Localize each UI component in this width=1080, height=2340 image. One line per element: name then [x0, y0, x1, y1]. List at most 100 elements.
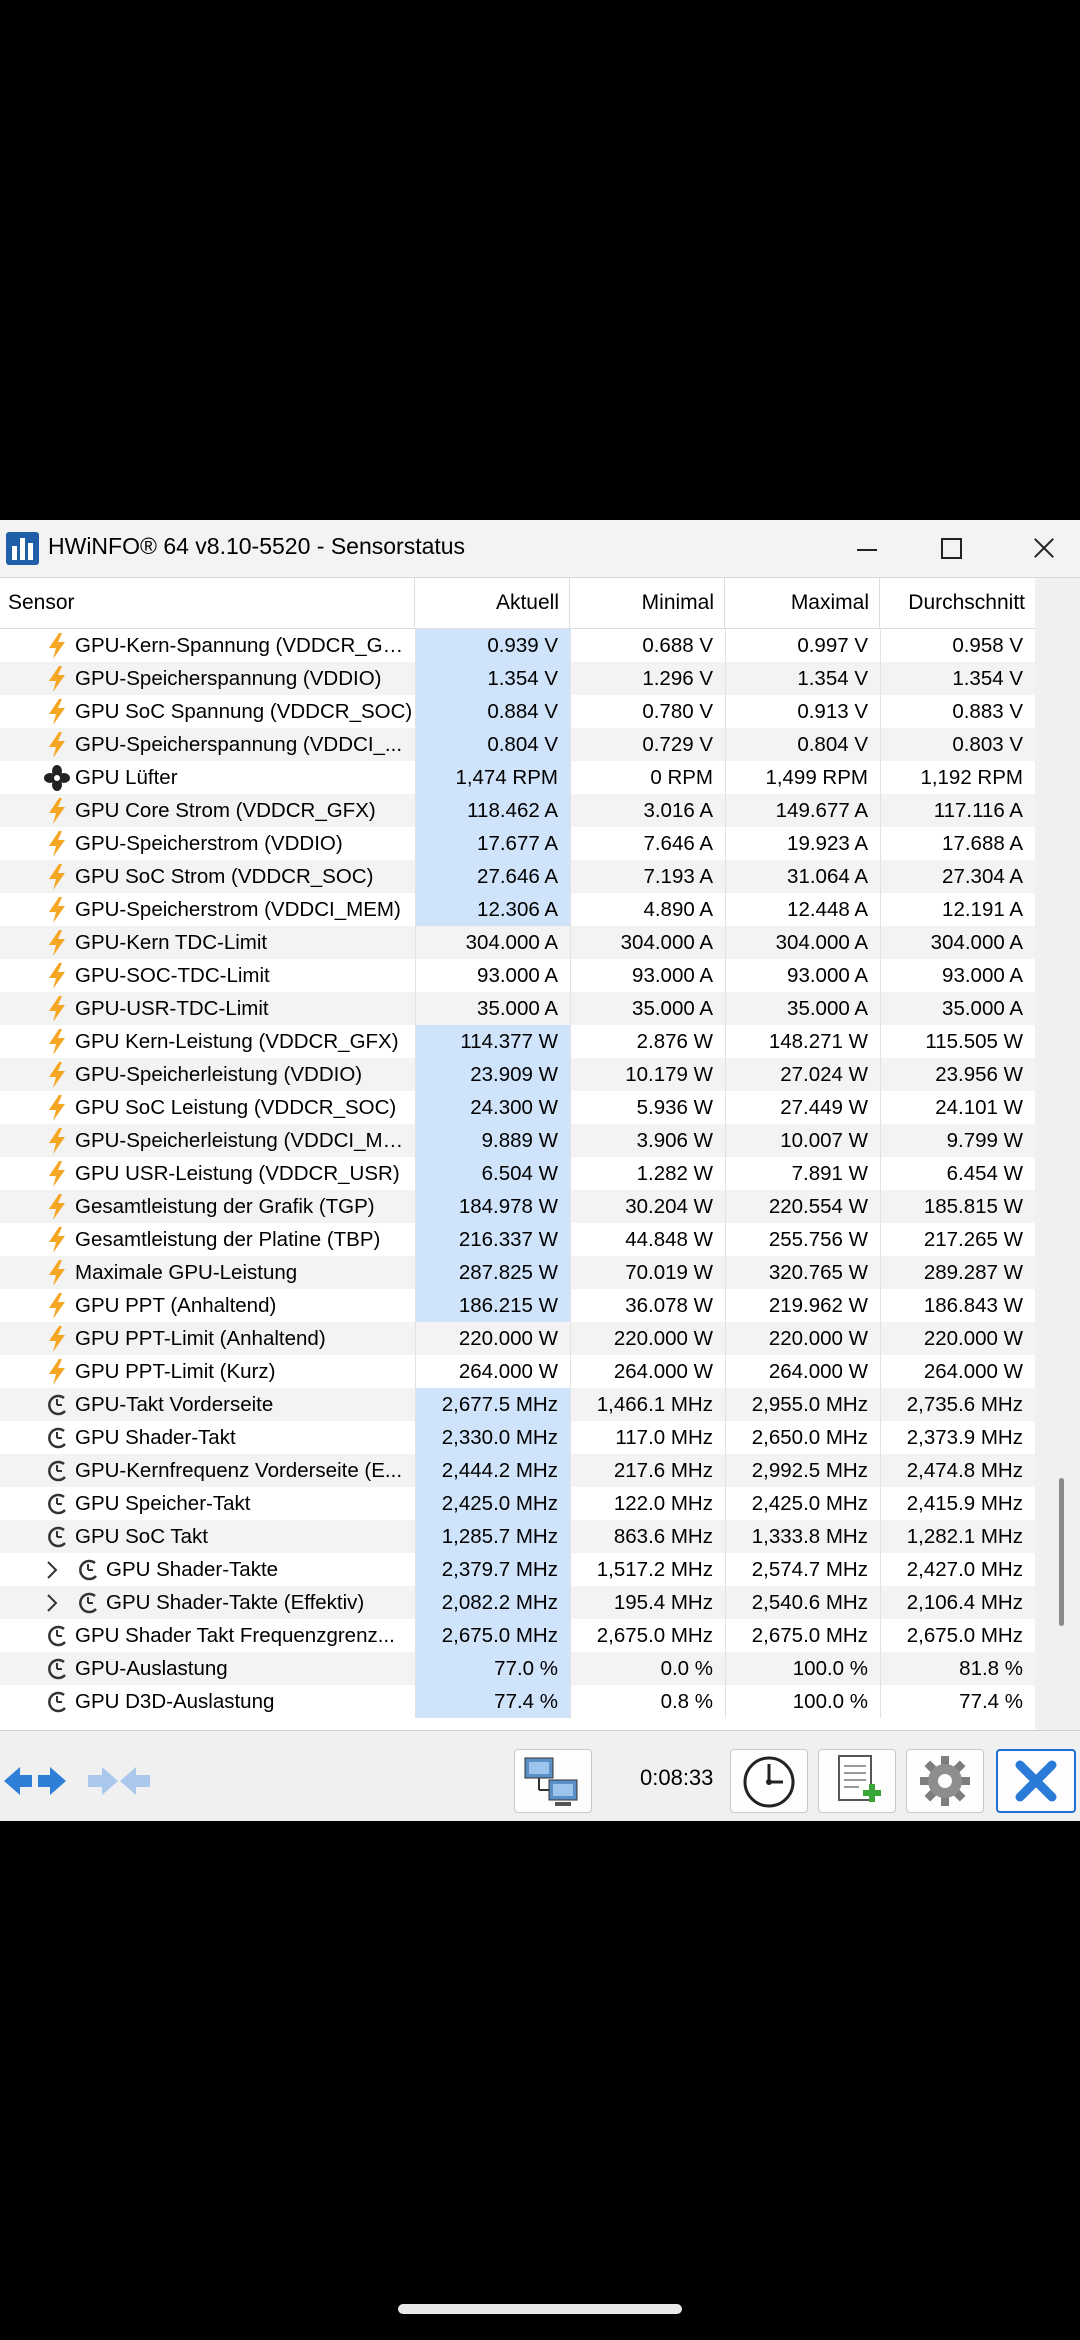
- maximum-value: 0.997 V: [725, 629, 880, 662]
- current-value: 2,677.5 MHz: [415, 1388, 570, 1421]
- collapse-arrows-icon[interactable]: [86, 1761, 152, 1801]
- average-value: 2,474.8 MHz: [880, 1454, 1035, 1487]
- column-header-current[interactable]: Aktuell: [415, 578, 570, 628]
- minimum-value: 30.204 W: [570, 1190, 725, 1223]
- table-row[interactable]: GPU PPT-Limit (Kurz) 264.000 W 264.000 W 26…: [0, 1355, 1035, 1388]
- sensor-name: GPU Speicher-Takt: [75, 1492, 251, 1515]
- maximum-value: 320.765 W: [725, 1256, 880, 1289]
- sensor-name: GPU Shader-Takte (Effektiv): [106, 1591, 365, 1614]
- maximum-value: 10.007 W: [725, 1124, 880, 1157]
- table-row[interactable]: GPU SoC Strom (VDDCR_SOC) 27.646 A 7.193 A…: [0, 860, 1035, 893]
- table-row[interactable]: GPU-Kern TDC-Limit 304.000 A 304.000 A 304.…: [0, 926, 1035, 959]
- navigate-arrows-icon[interactable]: [2, 1761, 68, 1801]
- table-row[interactable]: GPU D3D-Auslastung 77.4 % 0.8 % 100.0 % 77.4…: [0, 1685, 1035, 1718]
- minimize-button[interactable]: [834, 520, 900, 577]
- current-value: 77.4 %: [415, 1685, 570, 1718]
- maximum-value: 2,425.0 MHz: [725, 1487, 880, 1520]
- table-row[interactable]: GPU SoC Spannung (VDDCR_SOC) 0.884 V 0.780…: [0, 695, 1035, 728]
- table-row[interactable]: GPU Kern-Leistung (VDDCR_GFX) 114.377 W 2.…: [0, 1025, 1035, 1058]
- table-row[interactable]: Maximale GPU-Leistung 287.825 W 70.019 W 32…: [0, 1256, 1035, 1289]
- minimum-value: 35.000 A: [570, 992, 725, 1025]
- maximum-value: 1,333.8 MHz: [725, 1520, 880, 1553]
- table-row[interactable]: GPU Shader Takt Frequenzgrenz... 2,675.0 …: [0, 1619, 1035, 1652]
- average-value: 289.287 W: [880, 1256, 1035, 1289]
- logging-button[interactable]: [818, 1749, 896, 1813]
- exit-button[interactable]: [996, 1749, 1076, 1813]
- table-row[interactable]: GPU USR-Leistung (VDDCR_USR) 6.504 W 1.282…: [0, 1157, 1035, 1190]
- table-row[interactable]: GPU Shader-Takte 2,379.7 MHz 1,517.2 MHz 2,…: [0, 1553, 1035, 1586]
- timer-button[interactable]: [730, 1749, 808, 1813]
- average-value: 220.000 W: [880, 1322, 1035, 1355]
- table-row[interactable]: GPU-Speicherstrom (VDDCI_MEM) 12.306 A 4.8…: [0, 893, 1035, 926]
- table-row[interactable]: GPU Core Strom (VDDCR_GFX) 118.462 A 3.016…: [0, 794, 1035, 827]
- maximize-button[interactable]: [918, 520, 984, 577]
- table-row[interactable]: GPU-Auslastung 77.0 % 0.0 % 100.0 % 81.8 %: [0, 1652, 1035, 1685]
- table-row[interactable]: GPU SoC Leistung (VDDCR_SOC) 24.300 W 5.93…: [0, 1091, 1035, 1124]
- table-row[interactable]: GPU-USR-TDC-Limit 35.000 A 35.000 A 35.000 …: [0, 992, 1035, 1025]
- maximum-value: 2,675.0 MHz: [725, 1619, 880, 1652]
- maximum-value: 19.923 A: [725, 827, 880, 860]
- column-header-sensor[interactable]: Sensor: [0, 578, 415, 628]
- column-header-minimum[interactable]: Minimal: [570, 578, 725, 628]
- sensor-name: GPU-Speicherleistung (VDDIO): [75, 1063, 363, 1086]
- hwinfo-app-icon: [6, 532, 39, 565]
- maximum-value: 100.0 %: [725, 1652, 880, 1685]
- column-header-average[interactable]: Durchschnitt: [880, 578, 1035, 628]
- network-sensors-button[interactable]: [514, 1749, 592, 1813]
- table-row[interactable]: GPU Speicher-Takt 2,425.0 MHz 122.0 MHz 2,4…: [0, 1487, 1035, 1520]
- minimum-value: 1.282 W: [570, 1157, 725, 1190]
- table-row[interactable]: GPU-Speicherspannung (VDDIO) 1.354 V 1.296…: [0, 662, 1035, 695]
- current-value: 1.354 V: [415, 662, 570, 695]
- maximum-value: 7.891 W: [725, 1157, 880, 1190]
- average-value: 1.354 V: [880, 662, 1035, 695]
- average-value: 0.883 V: [880, 695, 1035, 728]
- current-value: 23.909 W: [415, 1058, 570, 1091]
- table-row[interactable]: GPU Shader-Takt 2,330.0 MHz 117.0 MHz 2,650…: [0, 1421, 1035, 1454]
- table-row[interactable]: GPU-SOC-TDC-Limit 93.000 A 93.000 A 93.000 …: [0, 959, 1035, 992]
- sensor-name: Gesamtleistung der Grafik (TGP): [75, 1195, 375, 1218]
- vertical-scrollbar[interactable]: [1036, 578, 1080, 1730]
- current-value: 77.0 %: [415, 1652, 570, 1685]
- current-value: 184.978 W: [415, 1190, 570, 1223]
- sensor-table: Sensor Aktuell Minimal Maximal Durchschn…: [0, 578, 1035, 1730]
- current-value: 6.504 W: [415, 1157, 570, 1190]
- sensor-name: GPU USR-Leistung (VDDCR_USR): [75, 1162, 400, 1185]
- title-bar[interactable]: HWiNFO® 64 v8.10-5520 - Sensorstatus: [0, 520, 1080, 578]
- settings-button[interactable]: [906, 1749, 984, 1813]
- maximum-value: 0.804 V: [725, 728, 880, 761]
- minimum-value: 2,675.0 MHz: [570, 1619, 725, 1652]
- sensor-name: GPU PPT-Limit (Anhaltend): [75, 1327, 326, 1350]
- average-value: 6.454 W: [880, 1157, 1035, 1190]
- maximum-value: 0.913 V: [725, 695, 880, 728]
- sensor-name: GPU-Kern-Spannung (VDDCR_GFX): [75, 634, 415, 657]
- close-button[interactable]: [1008, 520, 1074, 577]
- table-row[interactable]: GPU Shader-Takte (Effektiv) 2,082.2 MHz 19…: [0, 1586, 1035, 1619]
- sensor-name: GPU-Speicherspannung (VDDIO): [75, 667, 382, 690]
- table-row[interactable]: GPU-Speicherleistung (VDDIO) 23.909 W 10.1…: [0, 1058, 1035, 1091]
- sensor-name: GPU-Kern TDC-Limit: [75, 931, 268, 954]
- current-value: 2,675.0 MHz: [415, 1619, 570, 1652]
- average-value: 2,373.9 MHz: [880, 1421, 1035, 1454]
- table-row[interactable]: Gesamtleistung der Grafik (TGP) 184.978 W…: [0, 1190, 1035, 1223]
- table-row[interactable]: GPU-Speicherleistung (VDDCI_MEM) 9.889 W3…: [0, 1124, 1035, 1157]
- table-row[interactable]: GPU PPT (Anhaltend) 186.215 W 36.078 W 219.…: [0, 1289, 1035, 1322]
- sensor-name: GPU-Speicherleistung (VDDCI_MEM): [75, 1129, 415, 1152]
- table-row[interactable]: GPU-Speicherstrom (VDDIO) 17.677 A 7.646 A…: [0, 827, 1035, 860]
- table-row[interactable]: Gesamtleistung der Platine (TBP) 216.337 …: [0, 1223, 1035, 1256]
- column-header-maximum[interactable]: Maximal: [725, 578, 880, 628]
- table-row[interactable]: GPU-Kern-Spannung (VDDCR_GFX) 0.939 V 0.68…: [0, 629, 1035, 662]
- average-value: 23.956 W: [880, 1058, 1035, 1091]
- maximum-value: 149.677 A: [725, 794, 880, 827]
- maximum-value: 35.000 A: [725, 992, 880, 1025]
- average-value: 217.265 W: [880, 1223, 1035, 1256]
- home-indicator[interactable]: [398, 2304, 682, 2314]
- sensor-name: GPU SoC Strom (VDDCR_SOC): [75, 865, 374, 888]
- maximum-value: 27.024 W: [725, 1058, 880, 1091]
- table-row[interactable]: GPU PPT-Limit (Anhaltend) 220.000 W 220.00…: [0, 1322, 1035, 1355]
- table-row[interactable]: GPU-Speicherspannung (VDDCI_... 0.804 V 0.…: [0, 728, 1035, 761]
- table-row[interactable]: GPU-Takt Vorderseite 2,677.5 MHz 1,466.1 M…: [0, 1388, 1035, 1421]
- table-row[interactable]: GPU SoC Takt 1,285.7 MHz 863.6 MHz 1,333.8 …: [0, 1520, 1035, 1553]
- scrollbar-thumb[interactable]: [1059, 1478, 1064, 1626]
- table-row[interactable]: GPU-Kernfrequenz Vorderseite (E... 2,444.…: [0, 1454, 1035, 1487]
- table-row[interactable]: GPU Lüfter 1,474 RPM 0 RPM 1,499 RPM 1,192 R…: [0, 761, 1035, 794]
